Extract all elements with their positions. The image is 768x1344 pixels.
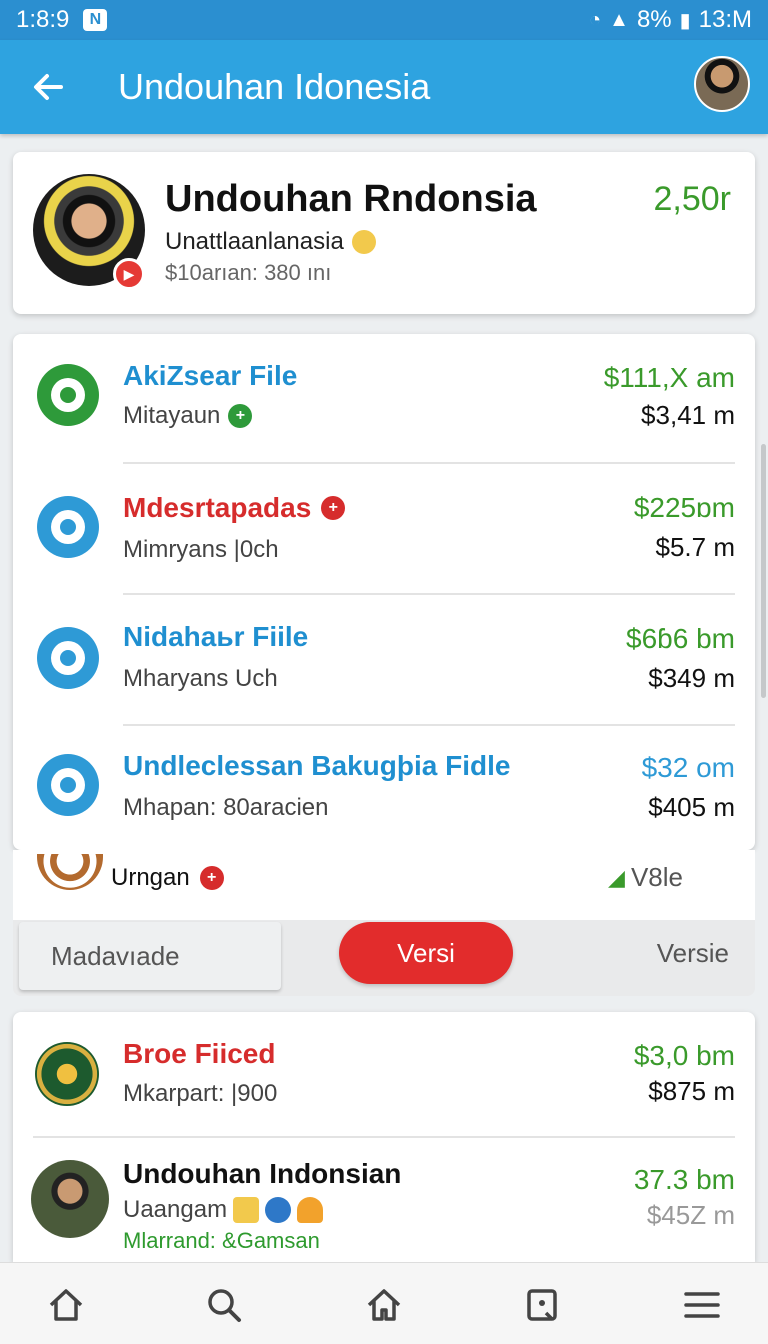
extra-version: V8le xyxy=(630,862,683,892)
item-value-primary: 37.3 bm xyxy=(633,1164,735,1195)
file-name-row: Mdesrtapadas + xyxy=(123,492,346,524)
list-item[interactable]: Broe Fiiced Mkarpart: |900 $3,0 bm $875 … xyxy=(13,1012,755,1136)
status-time-left: 1:8:9 xyxy=(16,6,70,33)
item-sub: Uaangam xyxy=(123,1196,228,1223)
emblem-icon xyxy=(35,1042,99,1106)
file-value-secondary: $349 m xyxy=(648,663,735,693)
item-value-primary: $3,0 bm xyxy=(633,1040,735,1071)
profile-name: Undouhan Rndonsia xyxy=(165,178,537,220)
file-name: Nidahaьr Fiile xyxy=(123,621,309,652)
battery-percent: 8% xyxy=(636,6,672,33)
signal-up-icon: ◢ xyxy=(608,864,625,890)
file-ring-icon xyxy=(37,754,99,816)
file-row[interactable]: Nidahaьr Fiile Mharyans Uch $6ɓ6 bm $349… xyxy=(13,595,755,725)
extra-version-row: ◢ V8le xyxy=(608,862,683,893)
file-sub: Mhapan: 80aracien xyxy=(123,794,329,821)
bottom-navigation xyxy=(0,1262,768,1344)
file-list-card: AkiZsear File Mitayaun + $111,X am $3,41… xyxy=(13,334,755,850)
item-sub: Mkarpart: |900 xyxy=(123,1080,278,1107)
file-value-primary: $32 om xyxy=(641,752,735,783)
battery-icon: ▮ xyxy=(679,9,691,32)
user-avatar[interactable] xyxy=(694,56,750,112)
tab-versie[interactable]: Versie xyxy=(657,938,729,969)
profile-subtitle-row: Unattlaanlanasia xyxy=(165,228,376,256)
play-badge-icon: ▶ xyxy=(113,258,145,290)
person-avatar xyxy=(31,1160,109,1238)
file-value-primary: $6ɓ6 bm xyxy=(626,623,735,654)
tab-madavade[interactable]: Madavıade xyxy=(19,922,281,990)
file-value-primary: $111,X am xyxy=(603,362,735,393)
file-sub: Mimryans |0ch xyxy=(123,536,279,563)
item-extra: Mlarrand: &Gamsan xyxy=(123,1228,320,1253)
smile-emoji-icon xyxy=(351,230,376,254)
plus-icon: + xyxy=(228,404,253,428)
file-ring-icon xyxy=(37,627,99,689)
home-icon[interactable] xyxy=(44,1283,88,1327)
file-row[interactable]: Mdesrtapadas + Mimryans |0ch $225ɒm $5.7… xyxy=(13,464,755,594)
file-sub-row: Mitayaun + xyxy=(123,402,253,430)
item-sub-row: Uaangam xyxy=(123,1196,324,1224)
profile-value: 2,50r xyxy=(653,180,732,218)
file-value-secondary: $5.7 m xyxy=(655,532,736,562)
profile-subtitle: Unattlaanlanasia xyxy=(165,228,344,255)
file-row[interactable]: Undleclessan Bakugþia Fidle Mhapan: 80ar… xyxy=(13,726,755,856)
plus-icon: + xyxy=(199,866,224,890)
tab-bar: Madavıade Versi Versie xyxy=(13,920,755,996)
item-name: Undouhan Indonsian xyxy=(123,1158,402,1189)
secondary-list-card: Broe Fiiced Mkarpart: |900 $3,0 bm $875 … xyxy=(13,1012,755,1262)
file-name: Undleclessan Bakugþia Fidle xyxy=(123,750,511,781)
file-value-secondary: $3,41 m xyxy=(641,400,735,430)
app-title: Undouhan Idonesia xyxy=(118,66,431,107)
file-name: Mdesrtapadas xyxy=(123,492,312,523)
status-bar: 1:8:9 N ◔ ▲ 8% ▮ 13:M xyxy=(0,0,768,40)
file-value-secondary: $405 m xyxy=(648,792,735,822)
seal-icon xyxy=(37,854,103,890)
extra-label-row: Urngan + xyxy=(111,864,224,892)
menu-icon[interactable] xyxy=(680,1283,724,1327)
scrollbar[interactable] xyxy=(761,444,766,698)
item-value-secondary: $45Z m xyxy=(646,1200,735,1230)
signal-icon: ▲ xyxy=(609,8,629,31)
wifi-icon: ◔ xyxy=(589,8,602,31)
status-time-right: 13:M xyxy=(698,6,752,33)
back-arrow-icon[interactable] xyxy=(18,57,78,117)
file-ring-icon xyxy=(37,496,99,558)
globe-icon xyxy=(265,1197,292,1223)
home-outline-icon[interactable] xyxy=(362,1283,406,1327)
hand-icon xyxy=(297,1197,324,1223)
profile-meta: $10arıan: 380 ını xyxy=(165,260,332,285)
file-ring-icon xyxy=(37,364,99,426)
file-sub: Mharyans Uch xyxy=(123,665,278,692)
file-row[interactable]: AkiZsear File Mitayaun + $111,X am $3,41… xyxy=(13,334,755,464)
search-icon[interactable] xyxy=(202,1283,246,1327)
app-bar: Undouhan Idonesia xyxy=(0,40,768,134)
item-value-secondary: $875 m xyxy=(648,1076,735,1106)
file-value-primary: $225ɒm xyxy=(633,492,735,523)
tab-versi[interactable]: Versi xyxy=(339,922,513,984)
notification-icon: N xyxy=(83,9,108,31)
sticker-icon xyxy=(233,1197,260,1223)
file-sub: Mitayaun xyxy=(123,402,221,429)
extra-row[interactable]: Urngan + ◢ V8le xyxy=(13,850,755,920)
profile-card[interactable]: ▶ Undouhan Rndonsia Unattlaanlanasia $10… xyxy=(13,152,755,314)
extra-label: Urngan xyxy=(111,864,190,891)
bookmark-icon[interactable] xyxy=(520,1283,564,1327)
file-name: AkiZsear File xyxy=(123,360,298,391)
item-name: Broe Fiiced xyxy=(123,1038,276,1069)
plus-icon: + xyxy=(321,496,346,520)
list-item[interactable]: Undouhan Indonsian Uaangam Mlarrand: &Ga… xyxy=(13,1138,755,1262)
